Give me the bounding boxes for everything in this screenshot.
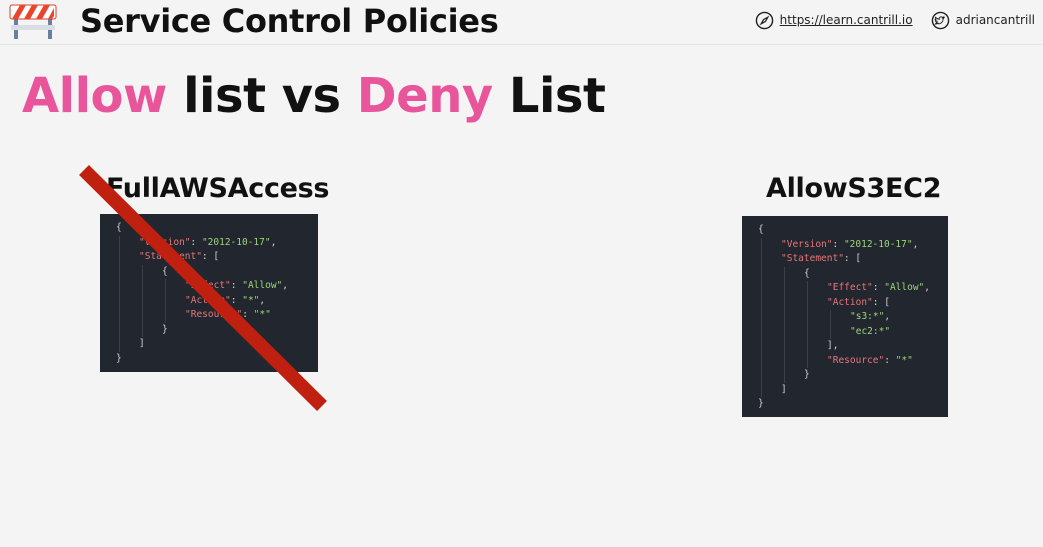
code-token: , [912, 238, 919, 250]
code-token: , [270, 236, 277, 248]
code-line: "s3:*", [850, 310, 890, 325]
code-token: "Resource" [827, 354, 885, 366]
left-panel-title: FullAWSAccess [106, 173, 330, 204]
code-token: "Resource" [185, 309, 243, 320]
code-token: "*" [242, 294, 260, 306]
code-token: { [758, 224, 764, 235]
roadblock-icon [9, 4, 57, 39]
code-token: { [116, 222, 122, 233]
code-line: ], [827, 339, 838, 354]
code-line: "Effect": "Allow", [827, 281, 930, 296]
code-line: } [116, 352, 122, 367]
code-token: : [ [201, 251, 220, 262]
title-deny: Deny [356, 68, 493, 124]
code-token: : [884, 354, 896, 366]
code-token: ] [139, 338, 145, 349]
title-mid: list vs [166, 68, 357, 124]
code-line: "Statement": [ [139, 250, 219, 265]
header-title: Service Control Policies [80, 2, 499, 40]
code-token: , [884, 311, 891, 322]
code-line: "Statement": [ [781, 252, 861, 267]
compass-icon [755, 11, 773, 29]
indent-guide [784, 266, 785, 383]
indent-guide [761, 237, 762, 397]
code-token: "ec2:*" [850, 325, 891, 337]
header-links: https://learn.cantrill.io adriancantrill [755, 8, 1035, 32]
left-policy-code: {"Version": "2012-10-17", "Statement": [{… [100, 214, 318, 372]
code-token: { [804, 267, 810, 279]
code-line: } [804, 368, 810, 383]
code-token: ] [781, 383, 787, 395]
code-line: } [758, 397, 764, 412]
code-token: "Version" [781, 238, 833, 250]
code-line: ] [781, 383, 787, 398]
code-line: { [116, 221, 122, 236]
code-token: } [116, 352, 122, 364]
indent-guide [142, 264, 143, 337]
code-token: { [162, 265, 168, 277]
learn-link[interactable]: https://learn.cantrill.io [755, 11, 913, 30]
code-line: { [162, 265, 168, 280]
code-line: "Action": [ [827, 296, 890, 311]
code-line: "Resource": "*" [185, 308, 271, 323]
code-token: "Effect" [827, 282, 873, 293]
code-token: "*" [895, 354, 913, 366]
code-token: : [230, 280, 243, 291]
twitter-icon [931, 11, 949, 29]
code-line: "Version": "2012-10-17", [139, 236, 276, 251]
code-line: "Resource": "*" [827, 354, 913, 369]
code-token: , [282, 280, 288, 291]
twitter-link[interactable]: adriancantrill [931, 11, 1035, 30]
code-token: : [832, 238, 844, 250]
code-token: "s3:*" [850, 311, 885, 322]
code-token: } [162, 323, 168, 335]
code-token: "Statement" [781, 253, 844, 264]
code-token: "Action" [185, 294, 231, 306]
code-line: "ec2:*" [850, 325, 890, 340]
code-token: "Allow" [884, 282, 925, 293]
code-token: , [924, 282, 930, 293]
code-line: "Action": "*", [185, 294, 265, 309]
code-token: : [242, 309, 254, 320]
code-line: } [162, 323, 168, 338]
code-token: } [804, 369, 810, 380]
code-token: "Effect" [185, 280, 231, 291]
code-token: "2012-10-17" [843, 238, 913, 250]
code-line: ] [139, 337, 145, 352]
code-token: , [259, 294, 266, 306]
code-token: : [ [872, 296, 890, 308]
slide-header: Service Control Policies https://learn.c… [0, 0, 1043, 45]
code-token: "Allow" [242, 280, 283, 291]
right-panel-title: AllowS3EC2 [766, 173, 942, 204]
code-token: "Action" [827, 296, 873, 308]
code-token: } [758, 398, 764, 409]
code-token: "Statement" [139, 251, 202, 262]
title-end: List [492, 68, 606, 124]
indent-guide [165, 279, 166, 323]
code-token: "Version" [139, 236, 191, 248]
code-token: : [ [843, 253, 862, 264]
twitter-handle[interactable]: adriancantrill [956, 13, 1035, 27]
code-token: : [872, 282, 885, 293]
right-policy-code: {"Version": "2012-10-17", "Statement": [{… [742, 216, 948, 417]
code-token: : [230, 294, 243, 306]
code-line: "Version": "2012-10-17", [781, 238, 918, 253]
code-token: : [190, 236, 202, 248]
code-token: ], [827, 340, 839, 351]
indent-guide [119, 235, 120, 352]
slide-title: Allow list vs Deny List [22, 66, 606, 126]
code-token: "2012-10-17" [201, 236, 271, 248]
learn-link-label[interactable]: https://learn.cantrill.io [780, 13, 913, 27]
code-token: "*" [253, 309, 271, 320]
code-line: "Effect": "Allow", [185, 279, 288, 294]
indent-guide [830, 310, 831, 339]
code-line: { [758, 223, 764, 238]
indent-guide [807, 281, 808, 368]
title-allow: Allow [22, 68, 167, 124]
code-line: { [804, 267, 810, 282]
